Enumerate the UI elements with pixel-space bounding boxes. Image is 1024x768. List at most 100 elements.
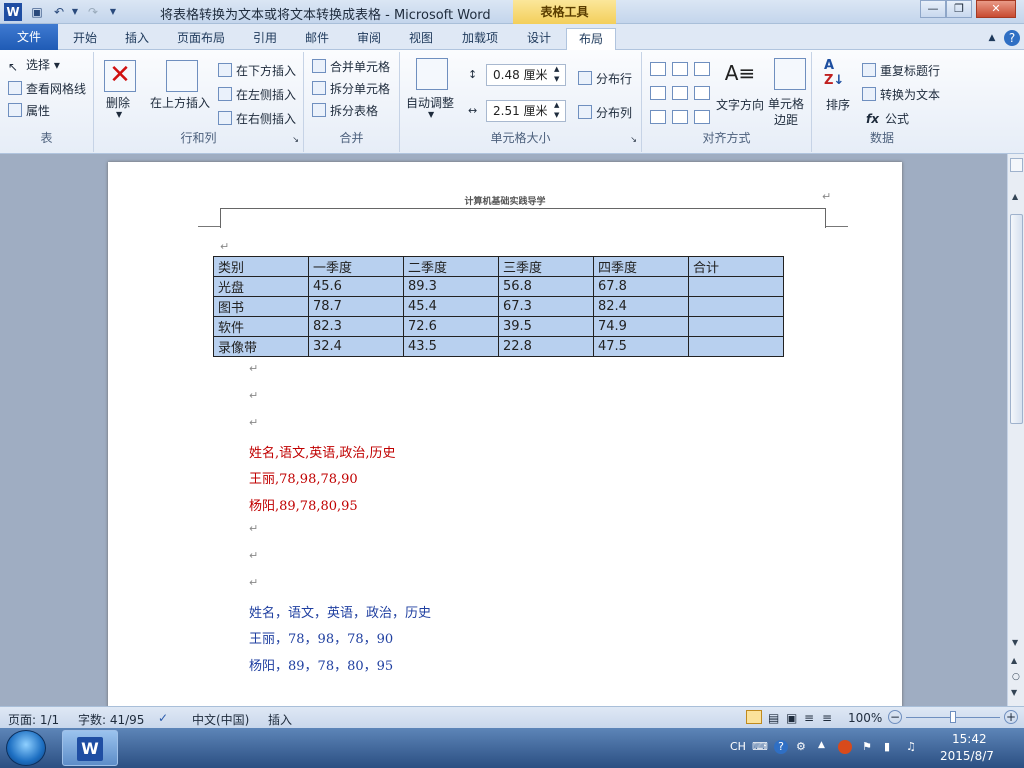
table-cell[interactable]: 类别 xyxy=(213,256,309,277)
sort-icon[interactable]: A Z↓ xyxy=(824,58,856,90)
save-icon[interactable]: ▣ xyxy=(28,3,46,21)
web-layout-view-icon[interactable]: ▣ xyxy=(786,711,797,725)
network-icon[interactable]: ▮ xyxy=(884,740,890,753)
col-width-spinner-icon[interactable]: ▲ ▼ xyxy=(554,100,559,120)
align-top-left-icon[interactable] xyxy=(650,62,666,76)
start-button[interactable] xyxy=(6,730,46,766)
select-button[interactable]: ↖ 选择 ▾ xyxy=(8,56,60,74)
scroll-up-icon[interactable]: ▲ xyxy=(1012,192,1018,201)
word-count[interactable]: 字数: 41/95 xyxy=(78,711,144,728)
align-middle-center-icon[interactable] xyxy=(672,86,688,100)
table-cell[interactable]: 82.4 xyxy=(593,296,689,317)
action-center-flag-icon[interactable]: ⚑ xyxy=(862,740,872,753)
customize-qat-icon[interactable]: ▼ xyxy=(104,3,122,21)
align-bottom-right-icon[interactable] xyxy=(694,110,710,124)
split-cells-button[interactable]: 拆分单元格 xyxy=(312,80,390,97)
volume-icon[interactable]: ♫ xyxy=(906,740,916,753)
distribute-rows-button[interactable]: 分布行 xyxy=(578,70,632,87)
autofit-icon[interactable] xyxy=(416,58,448,90)
table-cell[interactable] xyxy=(688,316,784,337)
text-line-blue[interactable]: 王丽，78，98，78，90 xyxy=(249,628,393,647)
table-cell[interactable]: 光盘 xyxy=(213,276,309,297)
proofing-icon[interactable]: ✓ xyxy=(158,711,168,725)
clock-date[interactable]: 2015/8/7 xyxy=(940,749,994,763)
tab-layout[interactable]: 布局 xyxy=(566,28,616,50)
table-cell[interactable]: 74.9 xyxy=(593,316,689,337)
clock-time[interactable]: 15:42 xyxy=(952,732,987,746)
sort-button[interactable]: 排序 xyxy=(826,96,850,113)
table-cell[interactable]: 一季度 xyxy=(308,256,404,277)
table-cell[interactable]: 47.5 xyxy=(593,336,689,357)
minimize-ribbon-icon[interactable]: ▲ xyxy=(984,28,1000,50)
table-cell[interactable] xyxy=(688,336,784,357)
split-table-button[interactable]: 拆分表格 xyxy=(312,102,378,119)
insert-above-button[interactable]: 在上方插入 xyxy=(150,94,210,111)
restore-button[interactable]: ❐ xyxy=(946,0,972,18)
zoom-level[interactable]: 100% xyxy=(848,711,882,725)
help-tray-icon[interactable]: ? xyxy=(774,740,788,754)
input-language-indicator[interactable]: CH xyxy=(730,740,746,753)
undo-dropdown-icon[interactable]: ▼ xyxy=(66,3,84,21)
dialog-launcher-icon[interactable]: ↘ xyxy=(630,135,637,144)
table-cell[interactable]: 二季度 xyxy=(403,256,499,277)
insert-below-button[interactable]: 在下方插入 xyxy=(218,62,296,79)
tab-file[interactable]: 文件 xyxy=(0,24,58,50)
draft-view-icon[interactable]: ≡ xyxy=(822,711,832,725)
formula-button[interactable]: fx 公式 xyxy=(866,110,909,127)
table-cell[interactable]: 56.8 xyxy=(498,276,594,297)
table-cell[interactable]: 39.5 xyxy=(498,316,594,337)
properties-button[interactable]: 属性 xyxy=(8,102,50,119)
align-middle-right-icon[interactable] xyxy=(694,86,710,100)
align-bottom-left-icon[interactable] xyxy=(650,110,666,124)
browse-object-icon[interactable]: ○ xyxy=(1012,672,1020,682)
text-line-blue[interactable]: 姓名，语文，英语，政治，历史 xyxy=(249,602,431,621)
tab-home[interactable]: 开始 xyxy=(62,28,108,50)
table-cell[interactable] xyxy=(688,296,784,317)
cell-margins-icon[interactable] xyxy=(774,58,806,90)
autofit-button[interactable]: 自动调整 xyxy=(406,94,454,111)
outline-view-icon[interactable]: ≡ xyxy=(804,711,814,725)
insert-left-button[interactable]: 在左侧插入 xyxy=(218,86,296,103)
distribute-cols-button[interactable]: 分布列 xyxy=(578,104,632,121)
data-table[interactable]: 类别 一季度 二季度 三季度 四季度 合计 光盘 45.6 89.3 56.8 … xyxy=(213,256,784,357)
dialog-launcher-icon[interactable]: ↘ xyxy=(292,135,299,144)
text-line-red[interactable]: 杨阳,89,78,80,95 xyxy=(249,495,358,514)
table-cell[interactable]: 72.6 xyxy=(403,316,499,337)
scrollbar-thumb[interactable] xyxy=(1010,214,1023,424)
table-cell[interactable]: 45.4 xyxy=(403,296,499,317)
repeat-header-rows-button[interactable]: 重复标题行 xyxy=(862,62,940,79)
align-top-center-icon[interactable] xyxy=(672,62,688,76)
table-cell[interactable]: 三季度 xyxy=(498,256,594,277)
cell-margins-button[interactable]: 单元格 边距 xyxy=(768,96,804,128)
table-cell[interactable]: 89.3 xyxy=(403,276,499,297)
delete-button[interactable]: 删除 xyxy=(106,94,130,111)
zoom-in-icon[interactable]: + xyxy=(1004,710,1018,724)
text-line-red[interactable]: 姓名,语文,英语,政治,历史 xyxy=(249,442,396,461)
document-page[interactable]: 计算机基础实践导学 ↵ ↵ 类别 一季度 二季度 三季度 四季度 合计 光盘 4… xyxy=(108,162,902,706)
full-screen-reading-view-icon[interactable]: ▤ xyxy=(768,711,779,725)
insert-mode-indicator[interactable]: 插入 xyxy=(268,711,292,728)
minimize-button[interactable]: — xyxy=(920,0,946,18)
vertical-scrollbar[interactable]: ▲ ▼ ▲ ○ ▼ xyxy=(1007,154,1024,706)
keyboard-icon[interactable]: ⌨ xyxy=(752,740,768,753)
autofit-dropdown-icon[interactable]: ▼ xyxy=(428,110,434,119)
delete-dropdown-icon[interactable]: ▼ xyxy=(116,110,122,119)
align-middle-left-icon[interactable] xyxy=(650,86,666,100)
table-cell[interactable]: 录像带 xyxy=(213,336,309,357)
zoom-slider-thumb[interactable] xyxy=(950,711,956,723)
tab-design[interactable]: 设计 xyxy=(516,28,562,50)
tab-review[interactable]: 审阅 xyxy=(346,28,392,50)
close-button[interactable]: ✕ xyxy=(976,0,1016,18)
ime-settings-icon[interactable]: ⚙ xyxy=(796,740,806,753)
table-cell[interactable]: 67.8 xyxy=(593,276,689,297)
table-cell[interactable]: 图书 xyxy=(213,296,309,317)
tab-view[interactable]: 视图 xyxy=(398,28,444,50)
text-line-blue[interactable]: 杨阳，89，78，80，95 xyxy=(249,655,393,674)
delete-table-icon[interactable]: ✕ xyxy=(104,60,136,92)
table-cell[interactable]: 合计 xyxy=(688,256,784,277)
table-cell[interactable]: 32.4 xyxy=(308,336,404,357)
view-gridlines-button[interactable]: 查看网格线 xyxy=(8,80,86,97)
security-tray-icon[interactable] xyxy=(838,740,852,754)
row-height-spinner-icon[interactable]: ▲ ▼ xyxy=(554,64,559,84)
show-hidden-icons-icon[interactable]: ▲ xyxy=(818,740,825,750)
